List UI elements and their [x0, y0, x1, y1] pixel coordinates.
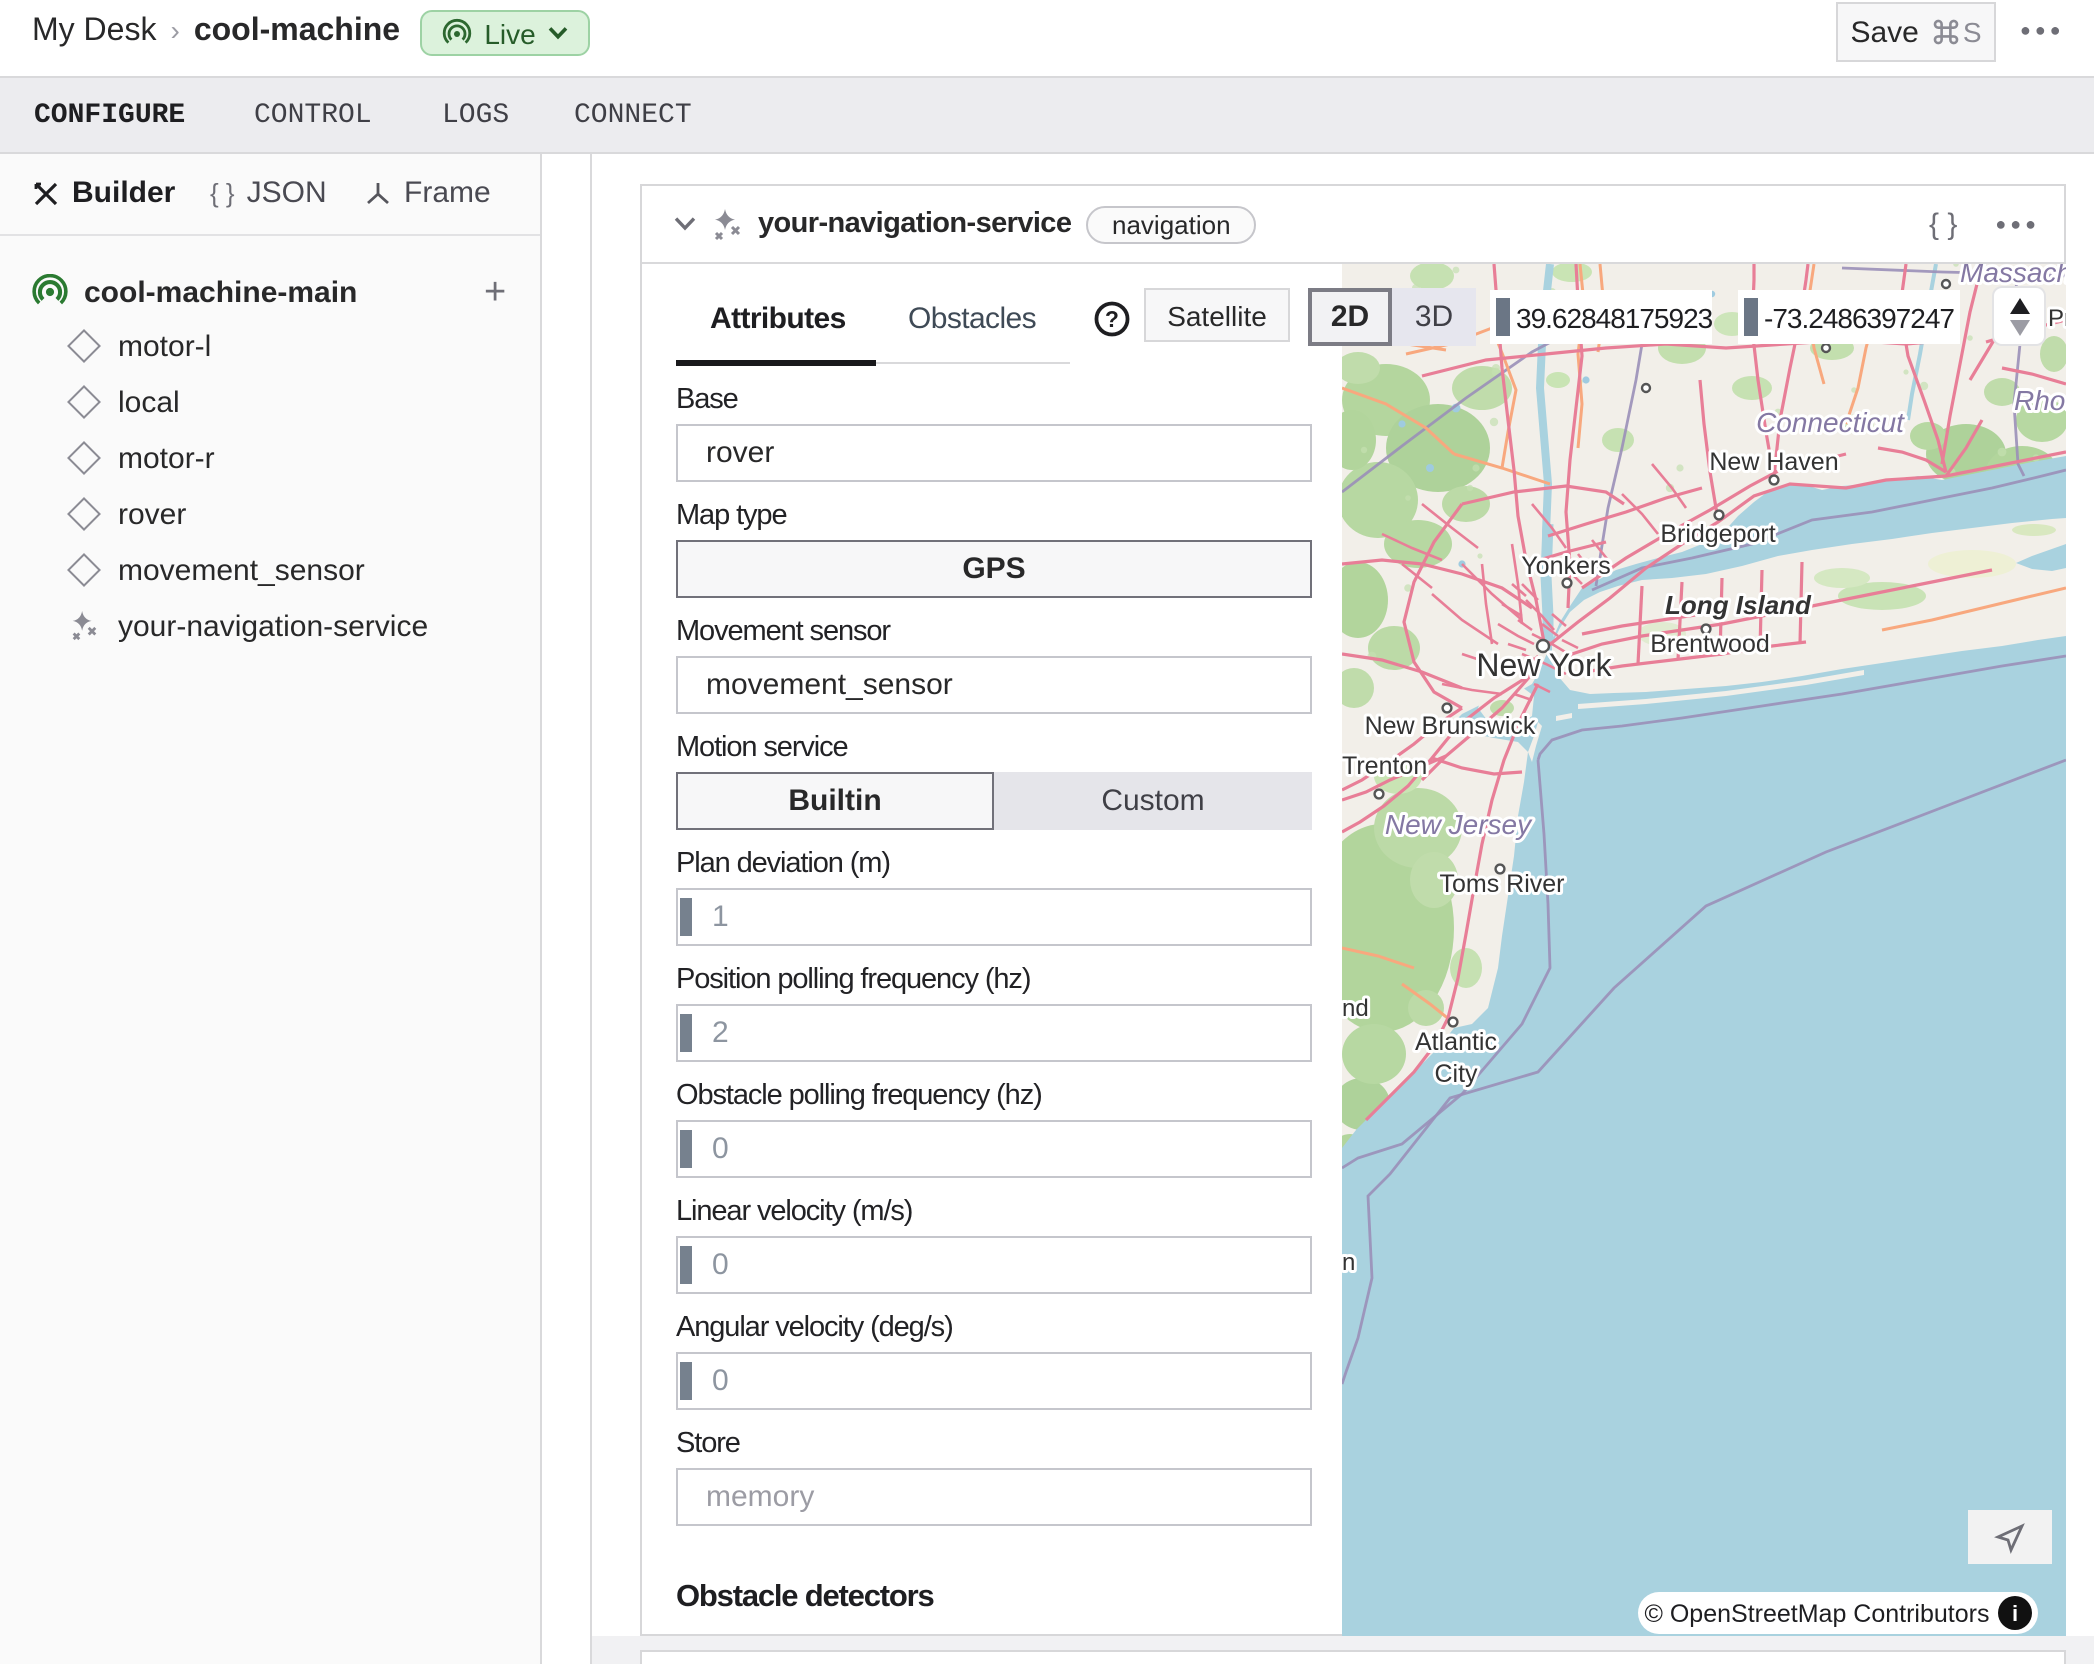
- svg-text:Long Island: Long Island: [1665, 590, 1812, 620]
- svg-text:Rhode: Rhode: [2014, 385, 2066, 416]
- svg-text:Connecticut: Connecticut: [1756, 407, 1905, 438]
- svg-text:Trenton: Trenton: [1342, 752, 1427, 780]
- svg-text:Pro: Pro: [2048, 305, 2066, 332]
- svg-text:New York: New York: [1476, 647, 1612, 683]
- svg-text:Yonkers: Yonkers: [1521, 552, 1610, 580]
- svg-text:Massachuse: Massachuse: [1960, 264, 2066, 288]
- svg-text:New Haven: New Haven: [1709, 448, 1838, 476]
- svg-text:nd: nd: [1342, 995, 1369, 1022]
- svg-text:New Brunswick: New Brunswick: [1365, 712, 1536, 740]
- svg-text:Bridgeport: Bridgeport: [1660, 520, 1775, 548]
- svg-text:Atlantic: Atlantic: [1415, 1028, 1497, 1056]
- svg-text:City: City: [1434, 1060, 1478, 1088]
- svg-text:i: i: [2011, 1601, 2017, 1626]
- svg-text:n: n: [1342, 1249, 1355, 1276]
- svg-text:?: ?: [1105, 306, 1119, 332]
- svg-text:New Jersey: New Jersey: [1385, 809, 1533, 840]
- svg-text:Brentwood: Brentwood: [1650, 630, 1770, 658]
- svg-text:Toms River: Toms River: [1439, 870, 1564, 898]
